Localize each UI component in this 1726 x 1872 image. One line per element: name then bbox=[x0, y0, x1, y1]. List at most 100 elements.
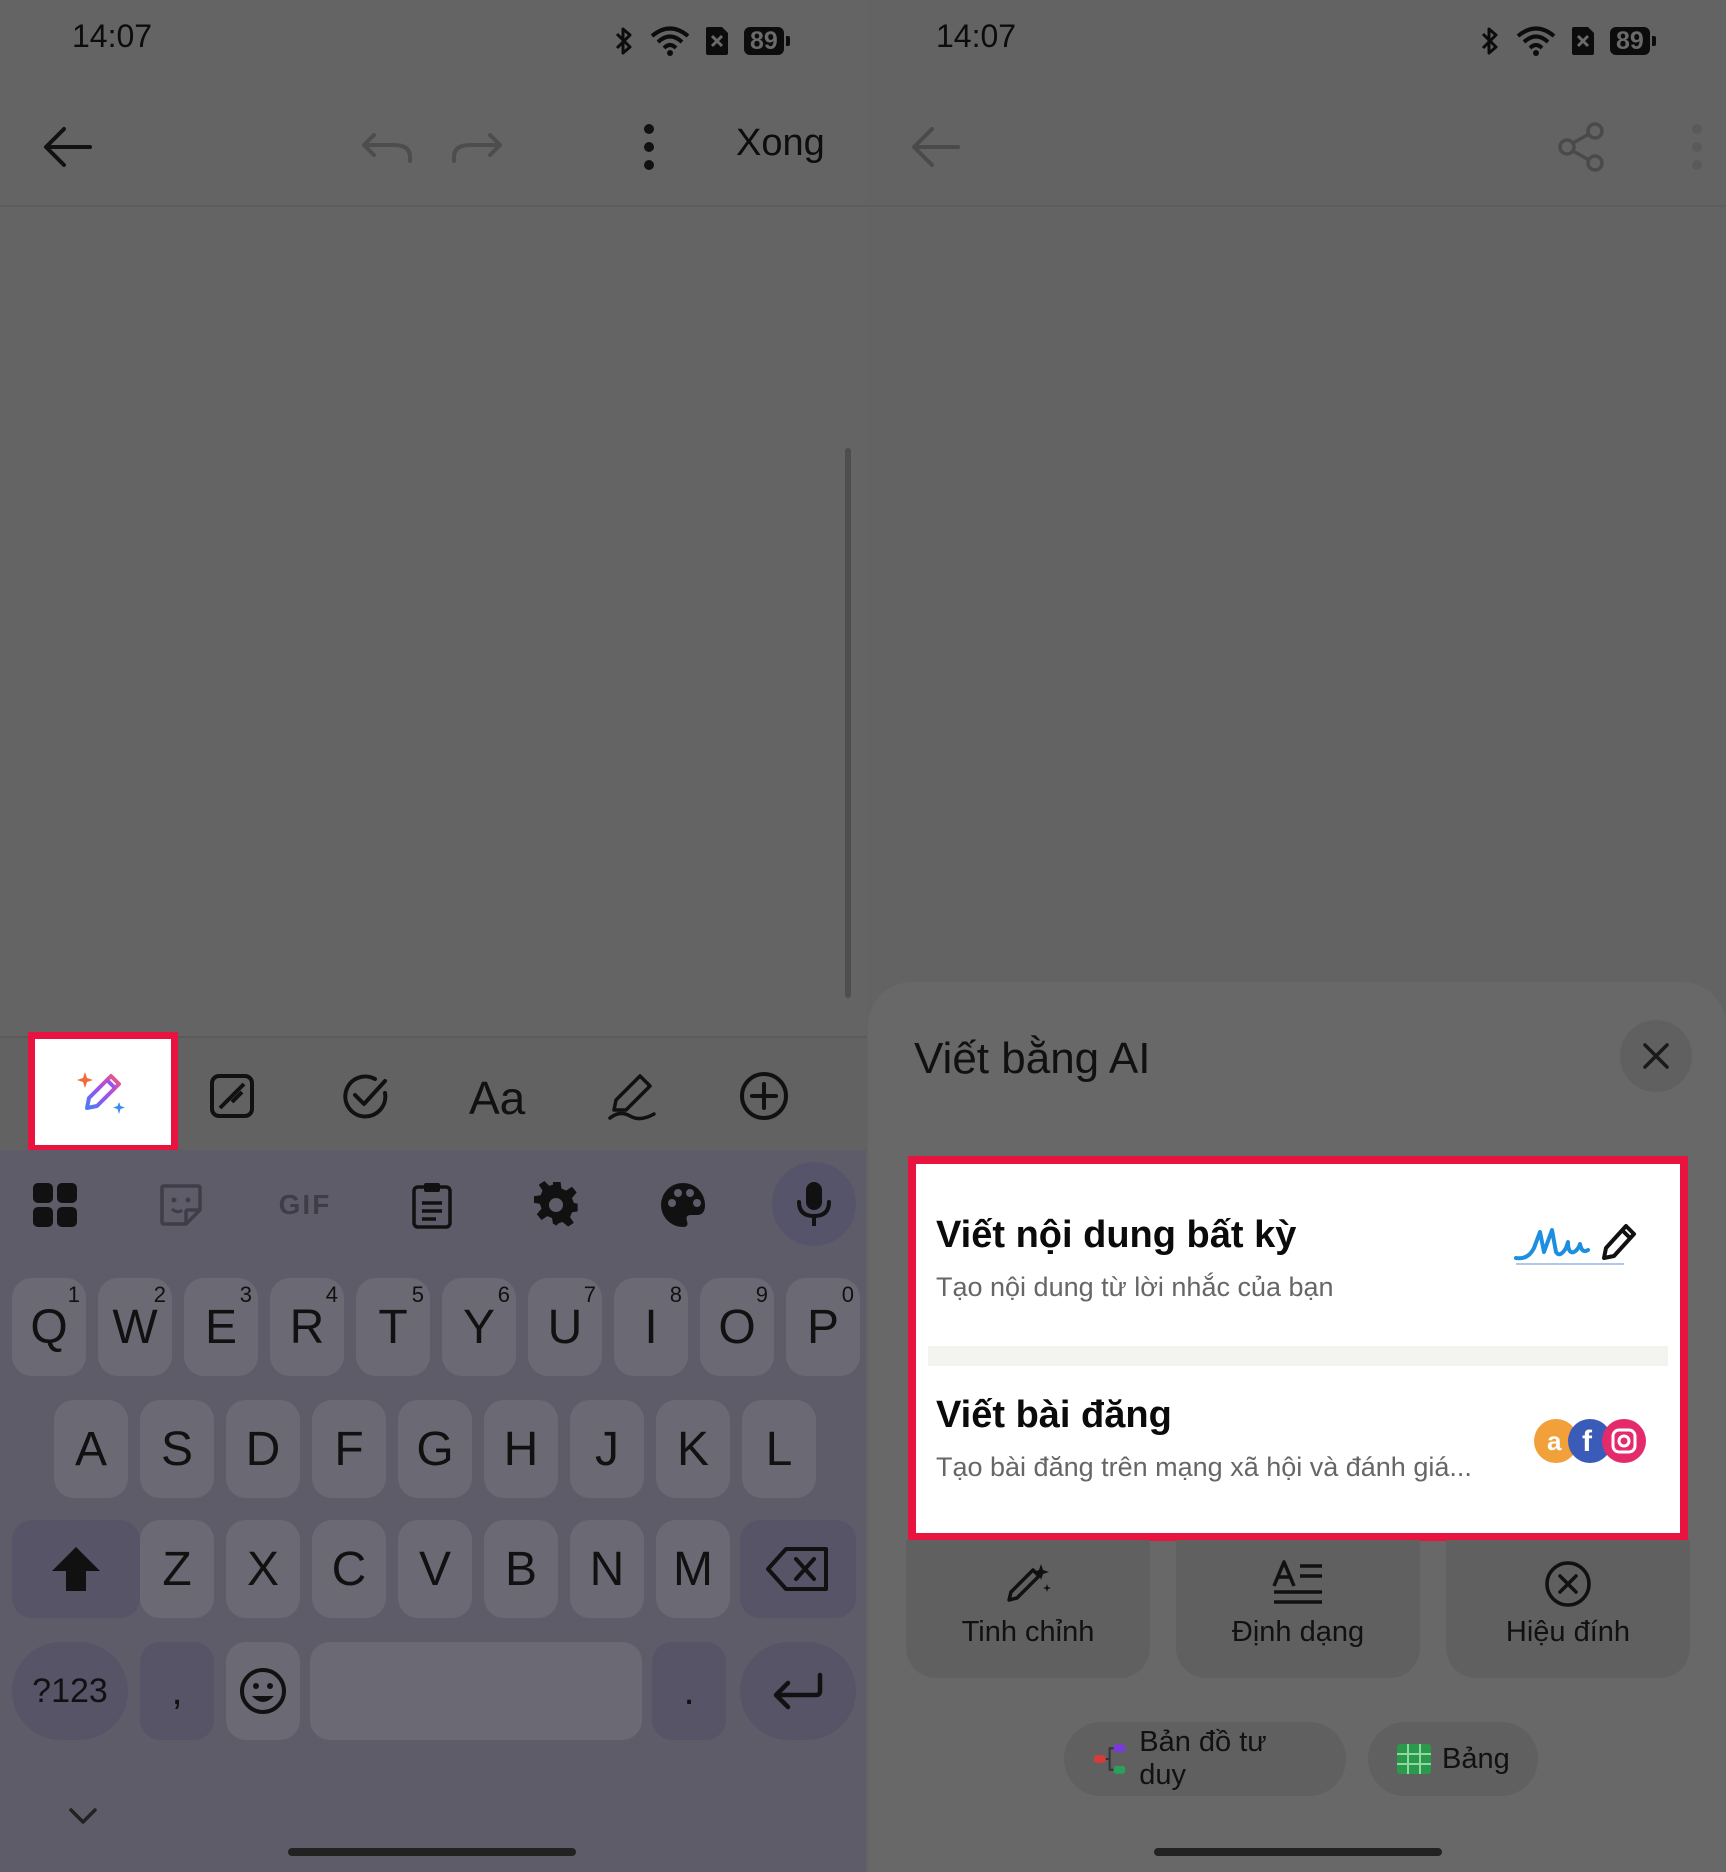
emoji-key[interactable] bbox=[226, 1642, 300, 1740]
key-label: T bbox=[378, 1300, 408, 1354]
key-number-hint: 9 bbox=[755, 1282, 768, 1307]
letter-key[interactable]: 3E bbox=[184, 1278, 258, 1376]
gesture-bar[interactable] bbox=[1154, 1848, 1442, 1856]
letter-key[interactable]: S bbox=[140, 1400, 214, 1498]
letter-key[interactable]: 1Q bbox=[12, 1278, 86, 1376]
key-number-hint: 3 bbox=[239, 1282, 252, 1307]
letter-key[interactable]: A bbox=[54, 1400, 128, 1498]
done-button[interactable]: Xong bbox=[736, 122, 825, 165]
refine-action-button[interactable]: Tinh chỉnh bbox=[906, 1540, 1150, 1678]
status-time: 14:07 bbox=[72, 18, 153, 54]
table-chip[interactable]: Bảng bbox=[1368, 1722, 1538, 1796]
more-options-button[interactable] bbox=[614, 112, 684, 182]
letter-key[interactable]: F bbox=[312, 1400, 386, 1498]
redo-button[interactable] bbox=[442, 112, 512, 182]
symbols-key[interactable]: ?123 bbox=[12, 1642, 128, 1740]
letter-key[interactable]: 6Y bbox=[442, 1278, 516, 1376]
undo-icon bbox=[362, 133, 412, 163]
backspace-key[interactable] bbox=[740, 1520, 856, 1618]
period-key[interactable]: . bbox=[652, 1642, 726, 1740]
letter-key[interactable]: 7U bbox=[528, 1278, 602, 1376]
letter-key[interactable]: X bbox=[226, 1520, 300, 1618]
format-action-button[interactable]: Định dạng bbox=[1176, 1540, 1420, 1678]
letter-key[interactable]: J bbox=[570, 1400, 644, 1498]
status-icons: 89 bbox=[612, 24, 790, 58]
arrow-left-icon bbox=[912, 127, 960, 167]
write-anything-card[interactable]: Viết nội dung bất kỳ Tạo nội dung từ lời… bbox=[928, 1178, 1668, 1338]
letter-key[interactable]: 5T bbox=[356, 1278, 430, 1376]
table-icon bbox=[1397, 1744, 1431, 1774]
close-icon bbox=[1643, 1043, 1669, 1069]
action-label: Hiệu đính bbox=[1505, 1616, 1631, 1648]
gif-label: GIF bbox=[278, 1189, 332, 1220]
svg-text:f: f bbox=[1582, 1425, 1593, 1458]
key-label: A bbox=[74, 1422, 107, 1476]
gesture-bar[interactable] bbox=[288, 1848, 576, 1856]
letter-key[interactable]: M bbox=[656, 1520, 730, 1618]
letter-key[interactable]: K bbox=[656, 1400, 730, 1498]
clipboard-button[interactable] bbox=[395, 1168, 469, 1242]
letter-key[interactable]: 8I bbox=[614, 1278, 688, 1376]
space-key[interactable] bbox=[310, 1642, 642, 1740]
keyboard-settings-button[interactable] bbox=[520, 1168, 594, 1242]
key-number-hint: 6 bbox=[497, 1282, 510, 1307]
letter-key[interactable]: 9O bbox=[700, 1278, 774, 1376]
letter-key[interactable]: 2W bbox=[98, 1278, 172, 1376]
letter-key[interactable]: L bbox=[742, 1400, 816, 1498]
letter-key[interactable]: N bbox=[570, 1520, 644, 1618]
key-label: F bbox=[334, 1422, 364, 1476]
tool-eraser-button[interactable] bbox=[190, 1054, 274, 1138]
voice-input-button[interactable] bbox=[772, 1162, 856, 1246]
key-label: Y bbox=[462, 1300, 495, 1354]
ai-writing-button[interactable] bbox=[28, 1032, 178, 1152]
backspace-icon bbox=[766, 1547, 828, 1591]
wifi-icon bbox=[1516, 26, 1556, 56]
key-label: M bbox=[673, 1542, 713, 1596]
tool-handwriting-button[interactable] bbox=[590, 1054, 674, 1138]
letter-key[interactable]: H bbox=[484, 1400, 558, 1498]
letter-key[interactable]: D bbox=[226, 1400, 300, 1498]
signature-pen-icon bbox=[1512, 1218, 1642, 1273]
close-sheet-button[interactable] bbox=[1620, 1020, 1692, 1092]
back-button[interactable] bbox=[32, 112, 102, 182]
scrollbar[interactable] bbox=[845, 448, 851, 998]
key-label: U bbox=[547, 1300, 583, 1354]
write-post-card[interactable]: Viết bài đăng Tạo bài đăng trên mạng xã … bbox=[928, 1366, 1668, 1526]
share-button[interactable] bbox=[1546, 112, 1616, 182]
share-icon bbox=[1558, 122, 1604, 172]
key-number-hint: 2 bbox=[153, 1282, 166, 1307]
letter-key[interactable]: B bbox=[484, 1520, 558, 1618]
letter-key[interactable]: 0P bbox=[786, 1278, 860, 1376]
tool-text-style-button[interactable]: Aa bbox=[457, 1054, 541, 1138]
letter-key[interactable]: Z bbox=[140, 1520, 214, 1618]
letter-key[interactable]: V bbox=[398, 1520, 472, 1618]
key-label: I bbox=[644, 1300, 658, 1354]
back-button[interactable] bbox=[900, 112, 970, 182]
key-number-hint: 1 bbox=[67, 1282, 80, 1307]
proofread-action-button[interactable]: Hiệu đính bbox=[1446, 1540, 1690, 1678]
shift-key[interactable] bbox=[12, 1520, 140, 1618]
keyboard-collapse-button[interactable] bbox=[68, 1806, 98, 1831]
undo-button[interactable] bbox=[352, 112, 422, 182]
letter-key[interactable]: G bbox=[398, 1400, 472, 1498]
emoji-icon bbox=[240, 1668, 286, 1714]
key-number-hint: 0 bbox=[841, 1282, 854, 1307]
mind-map-chip[interactable]: Bản đồ tư duy bbox=[1064, 1722, 1346, 1796]
status-bar: 14:07 89 bbox=[0, 0, 866, 80]
more-options-button[interactable] bbox=[1662, 112, 1726, 182]
gif-button[interactable]: GIF bbox=[268, 1168, 342, 1242]
gear-icon bbox=[533, 1181, 578, 1227]
left-screen: 14:07 89 Xong Aa GIF 1 Q 2 W 3 E 4 R 5 T… bbox=[0, 0, 866, 1872]
note-editor-area[interactable] bbox=[0, 207, 866, 1036]
tool-checklist-button[interactable] bbox=[324, 1054, 408, 1138]
tool-insert-button[interactable] bbox=[722, 1054, 806, 1138]
keyboard-apps-button[interactable] bbox=[18, 1168, 92, 1242]
enter-key[interactable] bbox=[740, 1642, 856, 1740]
letter-key[interactable]: C bbox=[312, 1520, 386, 1618]
comma-key[interactable]: , bbox=[140, 1642, 214, 1740]
letter-key[interactable]: 4R bbox=[270, 1278, 344, 1376]
ai-options-highlight: Viết nội dung bất kỳ Tạo nội dung từ lời… bbox=[908, 1156, 1688, 1541]
sticker-button[interactable] bbox=[144, 1168, 218, 1242]
theme-button[interactable] bbox=[646, 1168, 720, 1242]
chip-label: Bảng bbox=[1442, 1742, 1510, 1775]
